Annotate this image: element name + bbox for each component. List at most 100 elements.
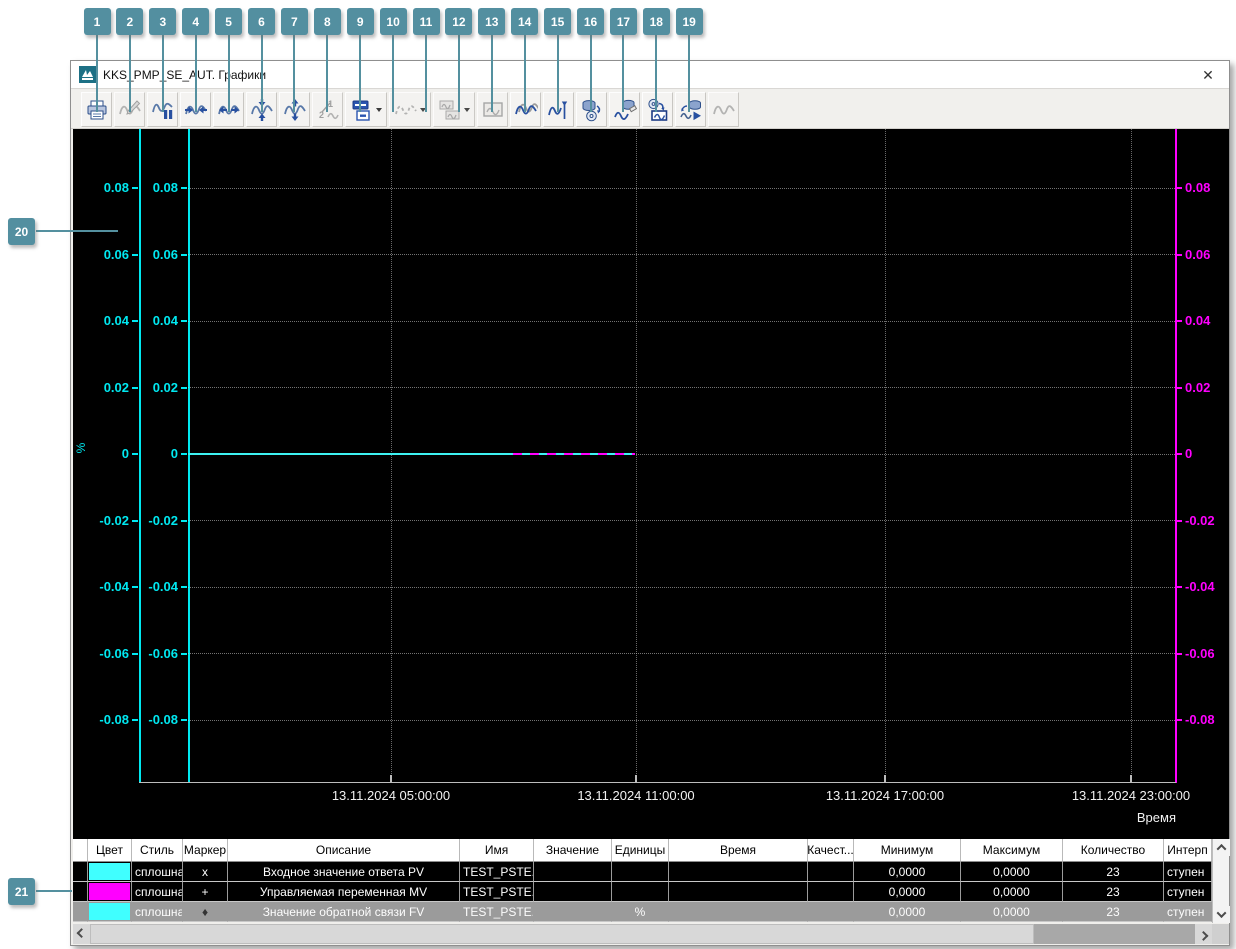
y-tick-mark bbox=[1176, 652, 1182, 655]
dropdown-caret-icon bbox=[376, 107, 382, 112]
curve-color-swatch bbox=[89, 863, 130, 880]
gridline-horizontal bbox=[188, 653, 1175, 654]
column-header-Описание[interactable]: Описание bbox=[228, 839, 460, 862]
callout-line-14 bbox=[523, 35, 526, 112]
cell-name: TEST_PSTE... bbox=[460, 882, 534, 902]
column-header-Максимум[interactable]: Максимум bbox=[961, 839, 1063, 862]
cell-quality bbox=[808, 902, 854, 922]
y-tick-mark bbox=[1176, 453, 1182, 455]
cell-value bbox=[534, 902, 612, 922]
callout-badge-1: 1 bbox=[83, 8, 111, 35]
cell-swatch bbox=[88, 902, 132, 922]
y-tick-mark bbox=[181, 719, 187, 721]
scroll-down-button[interactable] bbox=[1213, 906, 1230, 923]
gridline-horizontal bbox=[188, 254, 1175, 255]
clear-archive-button[interactable] bbox=[609, 92, 640, 127]
column-header-Маркер[interactable]: Маркер bbox=[183, 839, 228, 862]
disk-to-chart-icon bbox=[647, 98, 667, 121]
callout-badge-5: 5 bbox=[215, 8, 243, 35]
cell-style: сплошная bbox=[132, 862, 183, 882]
chevron-right-icon bbox=[1198, 930, 1209, 941]
cell-time bbox=[669, 882, 808, 902]
y-tick-label-pv: 0 bbox=[121, 446, 129, 461]
column-header-Минимум[interactable]: Минимум bbox=[854, 839, 961, 862]
y-tick-label-mv: -0.08 bbox=[1185, 712, 1215, 727]
cell-units bbox=[612, 862, 669, 882]
x-axis-title: Время bbox=[1136, 810, 1176, 825]
cell-description: Входное значение ответа PV bbox=[228, 862, 460, 882]
y-tick-label-fv: 0.02 bbox=[152, 379, 178, 395]
cell-units: % bbox=[612, 902, 669, 922]
column-header-Количество[interactable]: Количество bbox=[1063, 839, 1164, 862]
svg-text:2: 2 bbox=[319, 110, 324, 120]
close-icon[interactable]: ✕ bbox=[1199, 66, 1217, 84]
callout-badge-14: 14 bbox=[511, 8, 539, 35]
scroll-up-button[interactable] bbox=[1213, 839, 1230, 856]
callout-line-18 bbox=[655, 35, 658, 112]
archive-playback-button[interactable] bbox=[675, 92, 706, 127]
gridline-horizontal bbox=[188, 586, 1175, 588]
legend-row-2[interactable]: сплошная+Управляемая переменная MVTEST_P… bbox=[73, 882, 1212, 902]
column-header-Имя[interactable]: Имя bbox=[460, 839, 534, 862]
y-tick-label-mv: 0.02 bbox=[1185, 379, 1211, 395]
callout-line-13 bbox=[490, 35, 493, 112]
callout-line-15 bbox=[556, 35, 559, 112]
callout-badge-2: 2 bbox=[116, 8, 144, 35]
column-header-Единицы[interactable]: Единицы bbox=[612, 839, 669, 862]
y-tick-mark bbox=[181, 652, 187, 655]
window-titlebar[interactable]: KKS_PMP_SE_AUT. Графики ✕ bbox=[71, 61, 1229, 89]
cell-swatch bbox=[88, 882, 132, 902]
cell-time bbox=[669, 902, 808, 922]
chart-layout-button[interactable] bbox=[433, 92, 475, 127]
column-header-selector[interactable] bbox=[73, 839, 88, 862]
cell-time bbox=[669, 862, 808, 882]
y-tick-label-pv: -0.08 bbox=[99, 712, 129, 727]
y-tick-label-pv: -0.04 bbox=[99, 579, 129, 594]
y-tick-mark bbox=[181, 253, 187, 256]
callout-badge-17: 17 bbox=[609, 8, 637, 35]
column-header-Качест...[interactable]: Качест... bbox=[808, 839, 854, 862]
scroll-right-button[interactable] bbox=[1195, 924, 1212, 944]
column-header-Стиль[interactable]: Стиль bbox=[132, 839, 183, 862]
y-tick-label-fv: -0.06 bbox=[148, 645, 178, 661]
annotated-screenshot-page: 1 2 3 4 5 6 7 8 9 10 11 12 13 14 15 16 17 18 19 20 21 KKS_PM… bbox=[0, 0, 1236, 949]
y-tick-label-fv: 0.04 bbox=[152, 313, 178, 328]
database-erase-curve-icon bbox=[613, 99, 637, 120]
add-pane-button[interactable] bbox=[345, 92, 387, 127]
mv-trend-line bbox=[513, 453, 635, 455]
export-archive-button[interactable] bbox=[576, 92, 607, 127]
callout-line-8 bbox=[326, 35, 329, 112]
chart-plot-area[interactable]: 0.08 0.08 0.08 0.06 0.06 0.06 0.04 0.04 0.04 0.02… bbox=[73, 129, 1229, 839]
toolbar: 12 bbox=[71, 90, 1229, 129]
smooth-curve-icon bbox=[712, 104, 735, 115]
cell-interp: ступен bbox=[1164, 902, 1212, 922]
database-to-disk-icon bbox=[582, 99, 600, 121]
legend-row-1[interactable]: сплошнаяxВходное значение ответа PVTEST_… bbox=[73, 862, 1212, 882]
y-tick-label-pv: 0.02 bbox=[103, 379, 129, 395]
load-archive-button[interactable] bbox=[642, 92, 673, 127]
scrollbar-corner bbox=[1212, 924, 1229, 944]
callout-line-6 bbox=[260, 35, 263, 112]
column-header-Время[interactable]: Время bbox=[669, 839, 808, 862]
legend-row-3[interactable]: сплошная♦Значение обратной связи FVTEST_… bbox=[73, 902, 1212, 922]
legend-horizontal-scrollbar[interactable] bbox=[73, 924, 1229, 944]
callout-line-4 bbox=[194, 35, 197, 112]
legend-vertical-scrollbar[interactable] bbox=[1212, 839, 1230, 923]
cell-sel bbox=[73, 862, 88, 882]
callout-line-1 bbox=[96, 35, 98, 112]
y-tick-label-pv: -0.06 bbox=[99, 645, 129, 661]
x-tick-mark bbox=[1130, 775, 1132, 782]
column-header-Интерп[interactable]: Интерп bbox=[1164, 839, 1212, 862]
gridline-horizontal bbox=[188, 719, 1175, 721]
callout-line-10 bbox=[392, 35, 395, 112]
cell-name: TEST_PSTE... bbox=[460, 862, 534, 882]
column-header-Значение[interactable]: Значение bbox=[534, 839, 612, 862]
horizontal-scroll-thumb[interactable] bbox=[90, 924, 1034, 944]
scroll-left-button[interactable] bbox=[73, 924, 90, 944]
callout-badge-18: 18 bbox=[642, 8, 670, 35]
column-header-Цвет[interactable]: Цвет bbox=[88, 839, 132, 862]
smooth-curve-button[interactable] bbox=[708, 92, 739, 127]
cell-marker: ♦ bbox=[183, 902, 228, 922]
cell-min: 0,0000 bbox=[854, 862, 961, 882]
y-tick-label-fv: 0.06 bbox=[152, 246, 178, 262]
